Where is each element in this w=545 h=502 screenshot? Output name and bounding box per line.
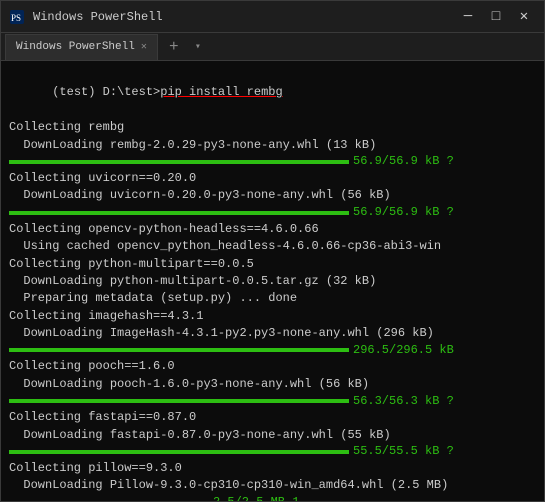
terminal-output: (test) D:\test>pip install rembg Collect… — [1, 61, 544, 501]
progress-bar-row: 2.5/2.5 MB 1 — [9, 496, 536, 501]
progress-bar-row: 296.5/296.5 kB — [9, 343, 536, 357]
powershell-icon: PS — [9, 9, 25, 25]
new-tab-button[interactable]: + — [162, 35, 186, 59]
progress-text: 56.9/56.9 kB ? — [353, 204, 454, 221]
progress-bar — [9, 399, 349, 403]
cached-label: cached — [67, 239, 110, 253]
titlebar: PS Windows PowerShell ─ □ ✕ — [1, 1, 544, 33]
tab-bar: Windows PowerShell ✕ + ▾ — [1, 33, 544, 61]
close-button[interactable]: ✕ — [512, 5, 536, 29]
output-line: DownLoading fastapi-0.87.0-py3-none-any.… — [9, 427, 536, 444]
prompt-env: (test) D:\test> — [52, 85, 160, 99]
tab-label: Windows PowerShell — [16, 41, 135, 53]
output-line: Collecting fastapi==0.87.0 — [9, 409, 536, 426]
output-line: Collecting pillow==9.3.0 — [9, 460, 536, 477]
window: PS Windows PowerShell ─ □ ✕ Windows Powe… — [0, 0, 545, 502]
downloading-label: DownLoading — [23, 428, 102, 442]
maximize-button[interactable]: □ — [484, 5, 508, 29]
progress-bar — [9, 211, 349, 215]
window-controls: ─ □ ✕ — [456, 5, 536, 29]
downloading-label: DownLoading — [23, 138, 102, 152]
progress-bar-row: 55.5/55.5 kB ? — [9, 445, 536, 459]
downloading-label: DownLoading — [23, 274, 102, 288]
progress-text: 56.3/56.3 kB ? — [353, 393, 454, 410]
output-line: Collecting pooch==1.6.0 — [9, 358, 536, 375]
progress-text: 2.5/2.5 MB 1 — [213, 494, 299, 501]
output-line: DownLoading ImageHash-4.3.1-py2.py3-none… — [9, 325, 536, 342]
progress-bar-row: 56.9/56.9 kB ? — [9, 155, 536, 169]
progress-text: 55.5/55.5 kB ? — [353, 443, 454, 460]
downloading-label: DownLoading — [23, 326, 102, 340]
svg-text:PS: PS — [11, 13, 21, 23]
window-title: Windows PowerShell — [33, 10, 456, 24]
output-line: Collecting python-multipart==0.0.5 — [9, 256, 536, 273]
downloading-label: DownLoading — [23, 377, 102, 391]
progress-bar — [9, 160, 349, 164]
output-line: DownLoading python-multipart-0.0.5.tar.g… — [9, 273, 536, 290]
output-line: Collecting imagehash==4.3.1 — [9, 308, 536, 325]
progress-text: 56.9/56.9 kB ? — [353, 153, 454, 170]
progress-bar — [9, 450, 349, 454]
progress-bar-row: 56.3/56.3 kB ? — [9, 394, 536, 408]
output-line: DownLoading pooch-1.6.0-py3-none-any.whl… — [9, 376, 536, 393]
downloading-label: DownLoading — [23, 188, 102, 202]
output-line: DownLoading uvicorn-0.20.0-py3-none-any.… — [9, 187, 536, 204]
minimize-button[interactable]: ─ — [456, 5, 480, 29]
downloading-label: DownLoading — [23, 478, 102, 492]
progress-bar — [9, 348, 349, 352]
output-line: Collecting rembg — [9, 119, 536, 136]
progress-bar-row: 56.9/56.9 kB ? — [9, 206, 536, 220]
output-line: Collecting opencv-python-headless==4.6.0… — [9, 221, 536, 238]
command-text: pip install rembg — [160, 85, 282, 99]
output-line: DownLoading Pillow-9.3.0-cp310-cp310-win… — [9, 477, 536, 494]
prompt-line: (test) D:\test>pip install rembg — [9, 67, 536, 119]
output-line: Collecting uvicorn==0.20.0 — [9, 170, 536, 187]
tab-close-icon[interactable]: ✕ — [141, 41, 147, 53]
progress-text: 296.5/296.5 kB — [353, 342, 454, 359]
tab-dropdown-button[interactable]: ▾ — [188, 37, 208, 57]
output-line: Using cached opencv_python_headless-4.6.… — [9, 238, 536, 255]
output-line: DownLoading rembg-2.0.29-py3-none-any.wh… — [9, 137, 536, 154]
output-line: Preparing metadata (setup.py) ... done — [9, 290, 536, 307]
tab-powershell[interactable]: Windows PowerShell ✕ — [5, 34, 158, 60]
